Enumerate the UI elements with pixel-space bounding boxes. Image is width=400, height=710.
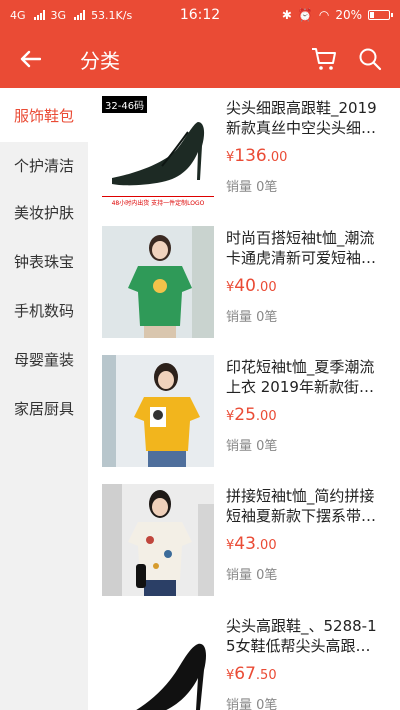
product-item[interactable]: 印花短袖t恤_夏季潮流上衣 2019年新款街… ¥25.00 销量 0笔 (88, 347, 400, 475)
yellow-tshirt-model-image (102, 355, 214, 467)
product-price: ¥136.00 (226, 146, 288, 166)
product-image (102, 226, 214, 338)
battery-percent: 20% (335, 8, 362, 22)
product-price: ¥25.00 (226, 405, 277, 425)
product-image (102, 614, 214, 710)
product-name: 时尚百搭短袖t恤_潮流卡通虎清新可爱短袖… (226, 229, 377, 267)
cart-button[interactable] (308, 43, 340, 75)
promo-banner: 48小时内出货 支持一件定制LOGO (102, 196, 214, 208)
product-image: 32-46码 48小时内出货 支持一件定制LOGO (102, 96, 214, 208)
product-sales: 销量 0笔 (226, 568, 278, 583)
battery-icon (368, 10, 393, 20)
product-sales: 销量 0笔 (226, 698, 278, 710)
product-name: 印花短袖t恤_夏季潮流上衣 2019年新款街… (226, 358, 375, 396)
sidebar-item-jewelry[interactable]: 钟表珠宝 (0, 237, 88, 286)
network-speed: 53.1K/s (91, 8, 133, 22)
product-list: 32-46码 48小时内出货 支持一件定制LOGO 尖头细跟高跟鞋_2019新款… (88, 88, 400, 710)
status-right: ✱ ⏰ ◠ 20% (281, 8, 393, 22)
size-label: 32-46码 (102, 96, 148, 113)
back-button[interactable] (0, 30, 60, 88)
signal-icon-2 (74, 10, 86, 20)
product-sales: 销量 0笔 (226, 310, 278, 325)
category-sidebar: 服饰鞋包 个护清洁 美妆护肤 钟表珠宝 手机数码 母婴童装 家居厨具 (0, 88, 88, 710)
product-name: 尖头细跟高跟鞋_2019新款真丝中空尖头细… (226, 99, 377, 137)
product-item[interactable]: 时尚百搭短袖t恤_潮流卡通虎清新可爱短袖… ¥40.00 销量 0笔 (88, 218, 400, 346)
sidebar-item-beauty[interactable]: 美妆护肤 (0, 188, 88, 237)
sidebar-item-baby[interactable]: 母婴童装 (0, 335, 88, 384)
product-item[interactable]: 拼接短袖t恤_简约拼接短袖夏新款下摆系带… ¥43.00 销量 0笔 (88, 476, 400, 604)
status-bar: 4G 3G 53.1K/s 16:12 ✱ ⏰ ◠ 20% (0, 0, 400, 30)
product-item[interactable]: 32-46码 48小时内出货 支持一件定制LOGO 尖头细跟高跟鞋_2019新款… (88, 88, 400, 216)
signal-icon (33, 10, 45, 20)
product-item[interactable]: 尖头高跟鞋_、5288-15女鞋低帮尖头高跟… ¥67.50 销量 0笔 (88, 606, 400, 710)
product-sales: 销量 0笔 (226, 180, 278, 195)
product-price: ¥40.00 (226, 276, 277, 296)
network-label-1: 4G (10, 8, 26, 22)
green-tshirt-model-image (102, 226, 214, 338)
network-label-2: 3G (50, 8, 67, 22)
product-price: ¥67.50 (226, 664, 277, 684)
cart-icon (312, 48, 336, 70)
sidebar-item-home[interactable]: 家居厨具 (0, 384, 88, 433)
product-sales: 销量 0笔 (226, 439, 278, 454)
sidebar-item-apparel[interactable]: 服饰鞋包 (0, 88, 88, 142)
search-icon (359, 48, 382, 71)
search-button[interactable] (354, 43, 386, 75)
product-image (102, 484, 214, 596)
sidebar-item-personal-care[interactable]: 个护清洁 (0, 142, 88, 188)
app-header: 分类 (0, 30, 400, 88)
bluetooth-icon: ✱ (281, 8, 292, 22)
sidebar-item-digital[interactable]: 手机数码 (0, 286, 88, 335)
arrow-left-icon (20, 50, 41, 68)
black-heel-image (136, 643, 206, 710)
product-image (102, 355, 214, 467)
product-price: ¥43.00 (226, 534, 277, 554)
product-name: 拼接短袖t恤_简约拼接短袖夏新款下摆系带… (226, 487, 377, 525)
wifi-icon: ◠ (318, 8, 330, 22)
floral-tshirt-model-image (102, 484, 214, 596)
product-name: 尖头高跟鞋_、5288-15女鞋低帮尖头高跟… (226, 617, 377, 655)
alarm-icon: ⏰ (297, 8, 313, 22)
status-left: 4G 3G 53.1K/s (10, 9, 132, 22)
page-title: 分类 (80, 48, 120, 73)
